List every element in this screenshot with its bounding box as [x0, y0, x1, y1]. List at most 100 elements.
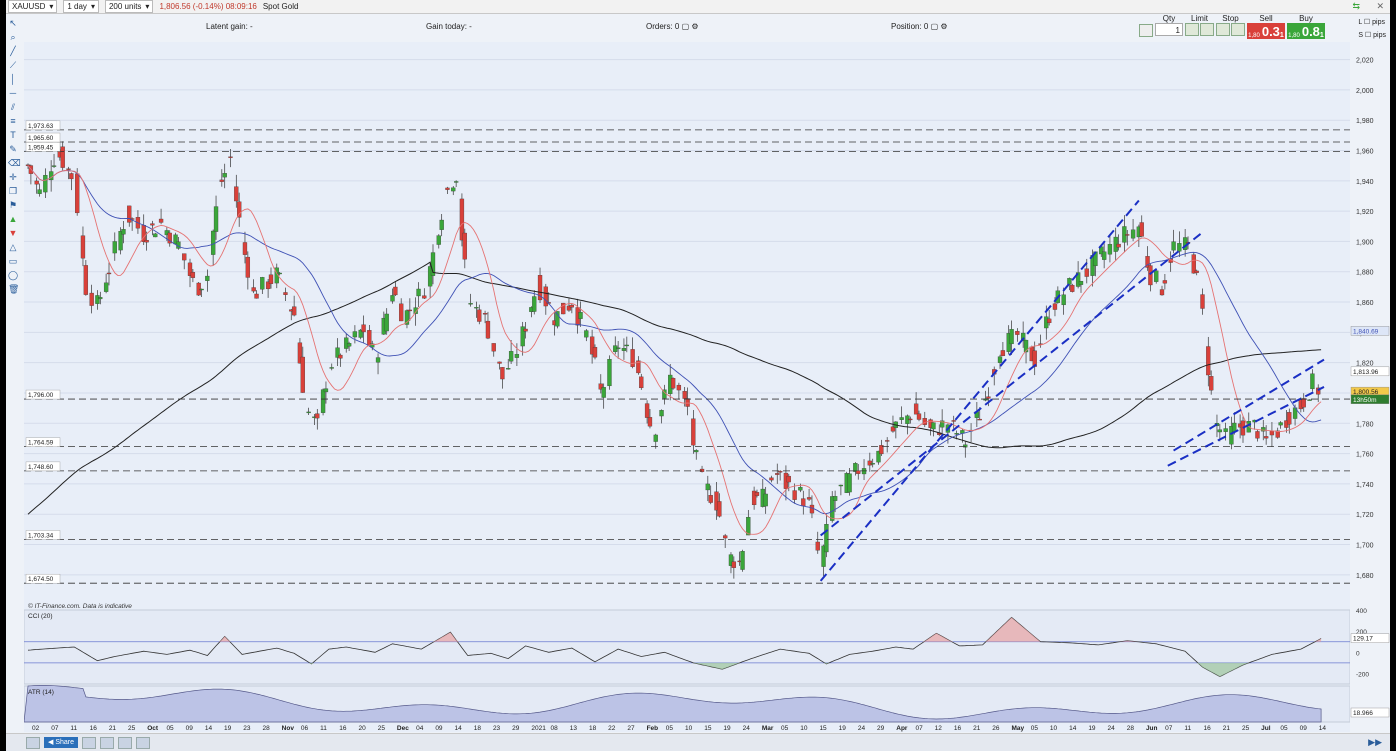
candle-body: [786, 475, 791, 483]
trash-icon[interactable]: 🗑: [8, 284, 19, 294]
x-axis-label: 16: [954, 725, 962, 732]
candle-body: [222, 173, 227, 178]
x-axis-label: 08: [551, 725, 559, 732]
candle-body: [653, 434, 658, 442]
candle-body: [951, 420, 956, 422]
price-tick-label: 1,980: [1356, 118, 1374, 125]
ellipse-icon[interactable]: ◯: [8, 270, 18, 280]
print-icon[interactable]: [82, 736, 97, 749]
x-axis-label: 07: [1165, 725, 1173, 732]
candle-body: [607, 359, 612, 387]
x-axis-label: 02: [32, 725, 40, 732]
save-icon[interactable]: [100, 736, 115, 749]
text-icon[interactable]: T: [8, 130, 18, 140]
position-icon[interactable]: ▢ ⚙: [931, 22, 948, 31]
x-axis-label: 14: [455, 725, 463, 732]
gain-today: Gain today: -: [426, 22, 472, 31]
timeframe-select[interactable]: 1 day ▾: [63, 0, 99, 13]
rectangle-icon[interactable]: ▭: [8, 256, 18, 266]
candle-body: [676, 384, 682, 391]
horizontal-line-icon[interactable]: ─: [8, 88, 18, 98]
qty-input[interactable]: 1: [1155, 23, 1183, 36]
share-button[interactable]: ◀ Share: [44, 737, 79, 748]
copy-icon[interactable]: ❐: [8, 186, 18, 196]
scroll-end-icon[interactable]: ▶▶: [1368, 737, 1382, 748]
candle-body: [644, 403, 650, 418]
candle-body: [268, 274, 274, 284]
position: Position: 0 ▢ ⚙: [891, 22, 948, 31]
x-axis-label: 14: [205, 725, 213, 732]
pencil-icon[interactable]: ✎: [8, 144, 18, 154]
candle-body: [445, 187, 450, 190]
candle-body: [491, 343, 496, 352]
candle-body: [806, 497, 812, 500]
help-icon[interactable]: [136, 736, 151, 749]
candle-body: [399, 303, 404, 322]
candle-body: [393, 286, 398, 296]
candle-body: [384, 313, 389, 332]
candle-body: [320, 389, 326, 413]
channel-icon[interactable]: ⫽: [8, 102, 18, 112]
candle-body: [144, 239, 149, 243]
qty-label: Qty: [1162, 14, 1176, 23]
price-tick-label: 1,740: [1356, 482, 1374, 489]
layout-icon[interactable]: [26, 736, 40, 749]
x-axis-label: 27: [627, 725, 635, 732]
eraser-icon[interactable]: ⌫: [8, 158, 21, 168]
candle-body: [361, 324, 366, 333]
candle-body: [824, 524, 829, 553]
line-icon[interactable]: ╱: [8, 46, 18, 56]
tag-icon[interactable]: ⚑: [8, 200, 18, 210]
candle-body: [95, 295, 100, 304]
limit-toggle-icon[interactable]: [1185, 23, 1199, 36]
candle-body: [685, 398, 690, 407]
vertical-line-icon[interactable]: │: [8, 74, 18, 84]
units-select[interactable]: 200 units ▾: [104, 0, 154, 13]
close-icon[interactable]: ✕: [1376, 1, 1384, 12]
candle-body: [390, 295, 395, 302]
cursor-icon[interactable]: ↖: [8, 18, 18, 28]
buy-button[interactable]: 1,80 0.8 1: [1287, 23, 1325, 39]
x-axis-label: 21: [973, 725, 981, 732]
x-axis-label: 19: [1088, 725, 1096, 732]
candle-body: [578, 312, 583, 319]
x-axis-label: 23: [493, 725, 501, 732]
stop-settings-icon[interactable]: [1231, 23, 1245, 36]
x-axis-label: 12: [935, 725, 943, 732]
candle-body: [112, 241, 117, 254]
candle-body: [708, 495, 713, 503]
candle-body: [630, 349, 635, 367]
arrow-down-icon[interactable]: ▼: [8, 228, 18, 238]
limit-settings-icon[interactable]: [1200, 23, 1214, 36]
orders-icon[interactable]: ▢ ⚙: [682, 22, 699, 31]
candle-body: [1015, 331, 1020, 335]
refresh-icon[interactable]: ⇆: [1352, 1, 1360, 12]
zoom-icon[interactable]: ⌕: [8, 32, 18, 42]
candle-body: [615, 347, 621, 350]
ray-icon[interactable]: ⟋: [8, 60, 18, 70]
x-axis-label: 25: [128, 725, 136, 732]
symbol-select[interactable]: XAUUSD ▾: [8, 0, 58, 13]
candle-body: [916, 413, 922, 420]
price-chart[interactable]: 1,973.63 1,965.60 1,959.45 1,796.00 1,764.59…: [24, 42, 1350, 732]
candle-body: [986, 396, 991, 399]
triangle-icon[interactable]: △: [8, 242, 18, 252]
level-label: 1,959.45: [28, 144, 54, 151]
sell-button[interactable]: 1,80 0.3 1: [1247, 23, 1285, 39]
candle-body: [477, 309, 482, 322]
candle-body: [815, 541, 820, 551]
arrow-up-icon[interactable]: ▲: [8, 214, 18, 224]
settings-icon[interactable]: [118, 736, 133, 749]
stop-toggle-icon[interactable]: [1216, 23, 1230, 36]
candle-body: [1009, 329, 1014, 345]
level-label: 1,748.60: [28, 464, 54, 471]
fibonacci-icon[interactable]: ≡: [8, 116, 18, 126]
candle-body: [1200, 294, 1205, 309]
calculator-icon[interactable]: [1139, 24, 1153, 37]
candle-body: [153, 233, 158, 238]
x-axis-label: 25: [1242, 725, 1250, 732]
crosshair-icon[interactable]: ✛: [8, 172, 18, 182]
candle-body: [913, 403, 919, 415]
candle-body: [809, 504, 815, 514]
candle-body: [514, 354, 520, 358]
